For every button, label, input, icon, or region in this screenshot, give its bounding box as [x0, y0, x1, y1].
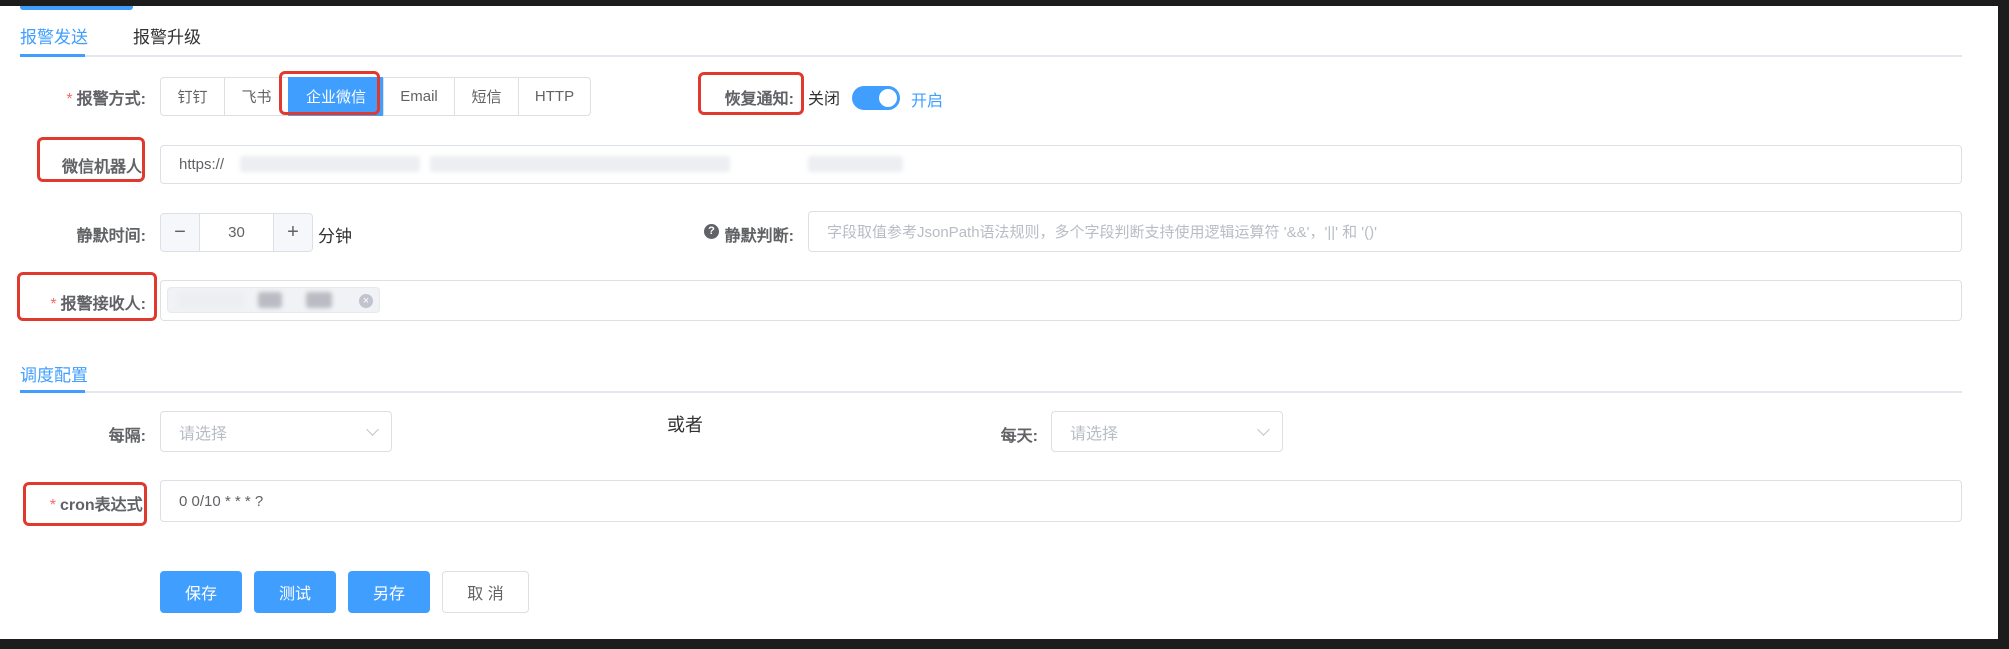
daily-label: 每天: [1000, 428, 1038, 445]
cron-expression-input[interactable]: 0 0/10 * * * ? [160, 480, 1962, 522]
cancel-button[interactable]: 取 消 [442, 571, 529, 613]
cron-label: * cron表达式: [49, 497, 148, 514]
silence-unit-text: 分钟 [318, 227, 352, 246]
method-dingtalk-button[interactable]: 钉钉 [160, 77, 225, 116]
method-wecom-button[interactable]: 企业微信 [288, 77, 384, 116]
section-underline [20, 390, 85, 393]
method-feishu-button[interactable]: 飞书 [224, 77, 289, 116]
redacted-text [808, 156, 903, 172]
daily-select[interactable]: 请选择 [1051, 411, 1283, 452]
every-select[interactable]: 请选择 [160, 411, 392, 452]
section-divider [20, 391, 1962, 393]
every-label: 每隔: [108, 428, 146, 445]
required-mark: * [50, 296, 57, 313]
chevron-down-icon [1257, 423, 1270, 436]
recovery-on-text: 开启 [911, 93, 944, 110]
silence-time-stepper: − 30 + [160, 213, 313, 252]
method-http-button[interactable]: HTTP [518, 77, 591, 116]
schedule-section-title: 调度配置 [20, 366, 88, 385]
tab-alert-send[interactable]: 报警发送 [20, 23, 88, 48]
alert-receiver-label: * 报警接收人: [50, 296, 146, 313]
required-mark: * [66, 91, 73, 108]
redacted-text [306, 292, 332, 308]
method-sms-button[interactable]: 短信 [454, 77, 519, 116]
redacted-text [240, 156, 420, 172]
active-tab-underline [20, 54, 85, 57]
chevron-down-icon [366, 423, 379, 436]
wechat-robot-label: 微信机器人 [61, 159, 142, 176]
silence-time-input[interactable]: 30 [199, 214, 274, 251]
alert-config-panel: 报警发送 报警升级 * 报警方式: 钉钉 飞书 企业微信 Email 短信 HTT… [0, 6, 1998, 639]
increase-button[interactable]: + [274, 214, 312, 251]
recovery-toggle[interactable] [852, 86, 900, 110]
tab-alert-escalation[interactable]: 报警升级 [133, 23, 201, 48]
help-icon[interactable]: ? [704, 224, 719, 239]
alert-method-label: * 报警方式: [66, 91, 146, 108]
alert-receiver-input[interactable] [160, 280, 1962, 321]
tag-close-icon[interactable]: × [359, 294, 373, 308]
save-button[interactable]: 保存 [160, 571, 242, 613]
alert-method-group: 钉钉 飞书 企业微信 Email 短信 HTTP [160, 77, 591, 116]
silence-judge-input[interactable]: 字段取值参考JsonPath语法规则，多个字段判断支持使用逻辑运算符 '&&'，… [808, 211, 1962, 252]
redacted-text [258, 292, 282, 308]
decrease-button[interactable]: − [161, 214, 199, 251]
tab-divider [20, 55, 1962, 57]
redacted-text [178, 292, 243, 308]
test-button[interactable]: 测试 [254, 571, 336, 613]
redacted-text [430, 156, 730, 172]
required-mark: * [49, 497, 56, 514]
method-email-button[interactable]: Email [383, 77, 455, 116]
silence-judge-label: 静默判断: [724, 228, 794, 245]
save-as-button[interactable]: 另存 [348, 571, 430, 613]
recovery-off-text: 关闭 [808, 91, 841, 108]
toggle-knob [879, 89, 897, 107]
or-text: 或者 [667, 415, 703, 435]
top-tab-indicator [20, 6, 133, 10]
silence-time-label: 静默时间: [76, 228, 146, 245]
recovery-label: 恢复通知: [724, 91, 794, 108]
